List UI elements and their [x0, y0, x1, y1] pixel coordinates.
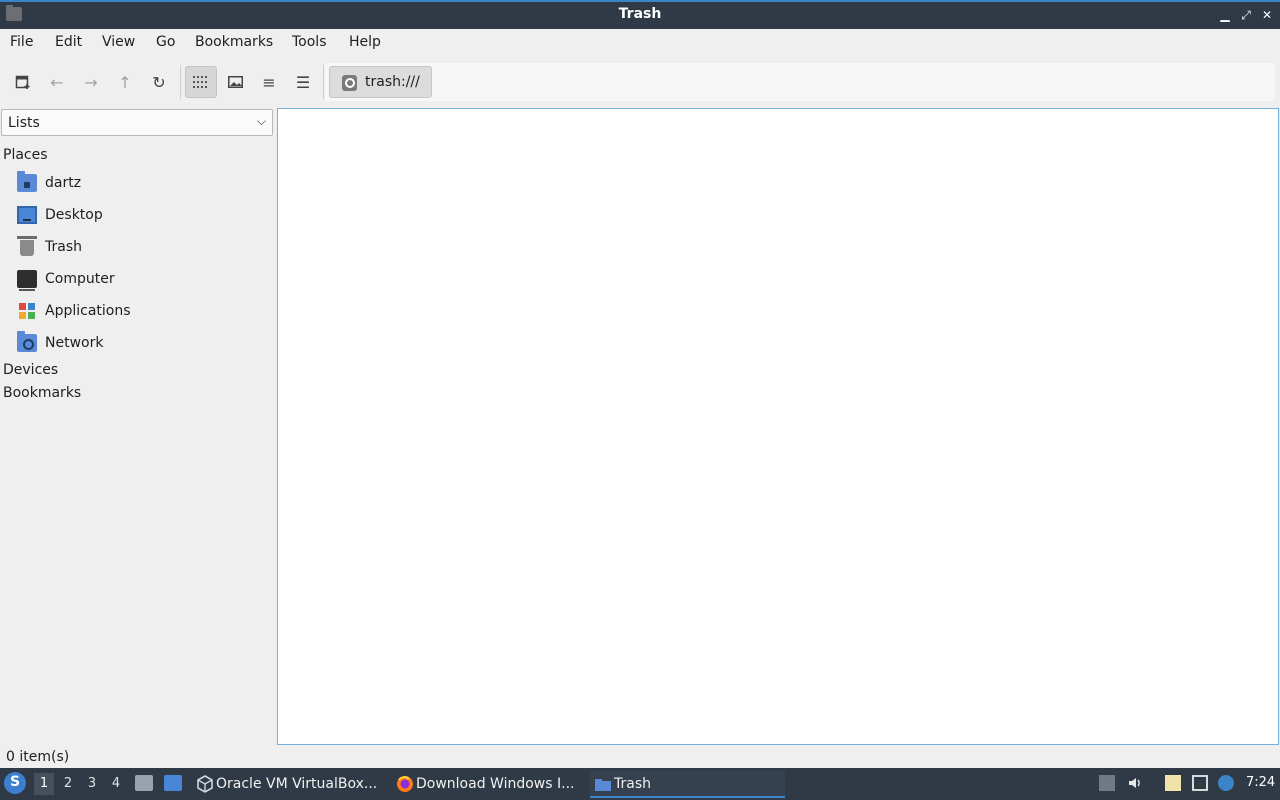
- toolbar-separator: [180, 65, 181, 99]
- sidebar-mode-value: Lists: [8, 115, 40, 131]
- sidebar-item-label: Trash: [45, 239, 82, 255]
- file-manager-launcher-icon[interactable]: [135, 775, 153, 791]
- item-count: 0 item(s): [6, 749, 70, 765]
- section-places[interactable]: Places: [3, 147, 48, 163]
- sidebar-item-label: Applications: [45, 303, 131, 319]
- arrow-right-icon: →: [84, 72, 98, 92]
- menu-help[interactable]: Help: [349, 34, 381, 50]
- path-bar[interactable]: trash:///: [325, 63, 1275, 101]
- arrow-left-icon: ←: [50, 72, 64, 92]
- toolbar-separator: [323, 65, 324, 99]
- network-folder-icon: [17, 331, 37, 352]
- menu-file[interactable]: File: [10, 34, 33, 50]
- menu-tools[interactable]: Tools: [292, 34, 327, 50]
- menu-edit[interactable]: Edit: [55, 34, 82, 50]
- chevron-down-icon: ⌵: [256, 114, 266, 128]
- detailed-view-button[interactable]: ☰: [287, 66, 319, 98]
- sidebar-item-trash[interactable]: Trash: [0, 234, 270, 262]
- back-button[interactable]: ←: [41, 66, 73, 98]
- firefox-icon: [396, 775, 414, 793]
- sidebar-item-applications[interactable]: Applications: [0, 298, 270, 326]
- minimize-button[interactable]: ▁: [1216, 5, 1234, 25]
- workspace-1[interactable]: 1: [34, 773, 54, 795]
- workspace-4[interactable]: 4: [106, 773, 126, 795]
- sidebar-item-desktop[interactable]: Desktop: [0, 202, 270, 230]
- start-menu-button[interactable]: [4, 772, 26, 794]
- task-label: Trash: [614, 776, 651, 792]
- menu-bookmarks[interactable]: Bookmarks: [195, 34, 273, 50]
- compact-view-button[interactable]: ≡: [253, 66, 285, 98]
- section-bookmarks[interactable]: Bookmarks: [3, 385, 81, 401]
- sidebar-item-home[interactable]: dartz: [0, 170, 270, 198]
- clipboard-icon[interactable]: [1165, 775, 1181, 791]
- desktop-icon: [17, 206, 37, 224]
- sidebar-item-label: Network: [45, 335, 104, 351]
- arrow-up-icon: ↑: [118, 72, 132, 92]
- folder-icon: [594, 775, 612, 793]
- taskbar: 1 2 3 4 Oracle VM VirtualBox... Download…: [0, 768, 1280, 800]
- forward-button[interactable]: →: [75, 66, 107, 98]
- menu-go[interactable]: Go: [156, 34, 175, 50]
- new-tab-button[interactable]: [7, 66, 39, 98]
- sidebar: Lists ⌵ Places dartz Desktop Trash Compu…: [0, 108, 275, 748]
- maximize-button[interactable]: ⤢: [1237, 5, 1255, 25]
- clock[interactable]: 7:24: [1246, 775, 1275, 790]
- task-label: Download Windows I...: [416, 776, 575, 792]
- window-titlebar[interactable]: Trash ▁ ⤢ ✕: [0, 0, 1280, 29]
- new-tab-icon: [15, 75, 30, 89]
- image-icon: [227, 76, 243, 88]
- up-button[interactable]: ↑: [109, 66, 141, 98]
- sidebar-item-label: Desktop: [45, 207, 103, 223]
- trash-icon: [17, 236, 37, 256]
- compact-list-icon: ≡: [262, 72, 276, 92]
- show-desktop-icon[interactable]: [164, 775, 182, 791]
- network-status-icon[interactable]: [1192, 775, 1208, 791]
- virtualbox-icon: [196, 775, 214, 793]
- volume-icon[interactable]: [1127, 775, 1143, 791]
- sidebar-mode-select[interactable]: Lists ⌵: [1, 109, 273, 136]
- grid-icon: [193, 76, 207, 88]
- section-devices[interactable]: Devices: [3, 362, 58, 378]
- sidebar-item-label: dartz: [45, 175, 82, 191]
- menu-view[interactable]: View: [102, 34, 135, 50]
- thumbnail-view-button[interactable]: [219, 66, 251, 98]
- menu-bar: File Edit View Go Bookmarks Tools Help: [0, 29, 1280, 57]
- reload-icon: ↻: [152, 72, 166, 92]
- task-trash[interactable]: Trash: [590, 770, 785, 798]
- detailed-list-icon: ☰: [295, 72, 311, 92]
- applications-icon: [17, 302, 37, 320]
- workspace-3[interactable]: 3: [82, 773, 102, 795]
- sidebar-item-computer[interactable]: Computer: [0, 266, 270, 294]
- icon-view-button[interactable]: [185, 66, 217, 98]
- workspace-2[interactable]: 2: [58, 773, 78, 795]
- home-folder-icon: [17, 171, 37, 192]
- task-virtualbox[interactable]: Oracle VM VirtualBox...: [192, 770, 387, 798]
- task-label: Oracle VM VirtualBox...: [216, 776, 378, 792]
- window-title: Trash: [618, 6, 662, 22]
- sidebar-item-label: Computer: [45, 271, 115, 287]
- notification-icon[interactable]: [1218, 775, 1234, 791]
- eject-icon[interactable]: [1099, 775, 1115, 791]
- task-firefox[interactable]: Download Windows I...: [392, 770, 584, 798]
- computer-icon: [17, 270, 37, 291]
- trash-location-icon: [342, 75, 357, 91]
- reload-button[interactable]: ↻: [143, 66, 175, 98]
- file-list-area[interactable]: [277, 108, 1279, 745]
- sidebar-item-network[interactable]: Network: [0, 330, 270, 358]
- status-bar: 0 item(s): [0, 748, 1280, 768]
- path-label: trash:///: [365, 74, 420, 90]
- toolbar: ← → ↑ ↻ ≡ ☰ trash:///: [0, 61, 1280, 103]
- close-button[interactable]: ✕: [1258, 5, 1276, 25]
- path-segment-trash[interactable]: trash:///: [329, 66, 432, 98]
